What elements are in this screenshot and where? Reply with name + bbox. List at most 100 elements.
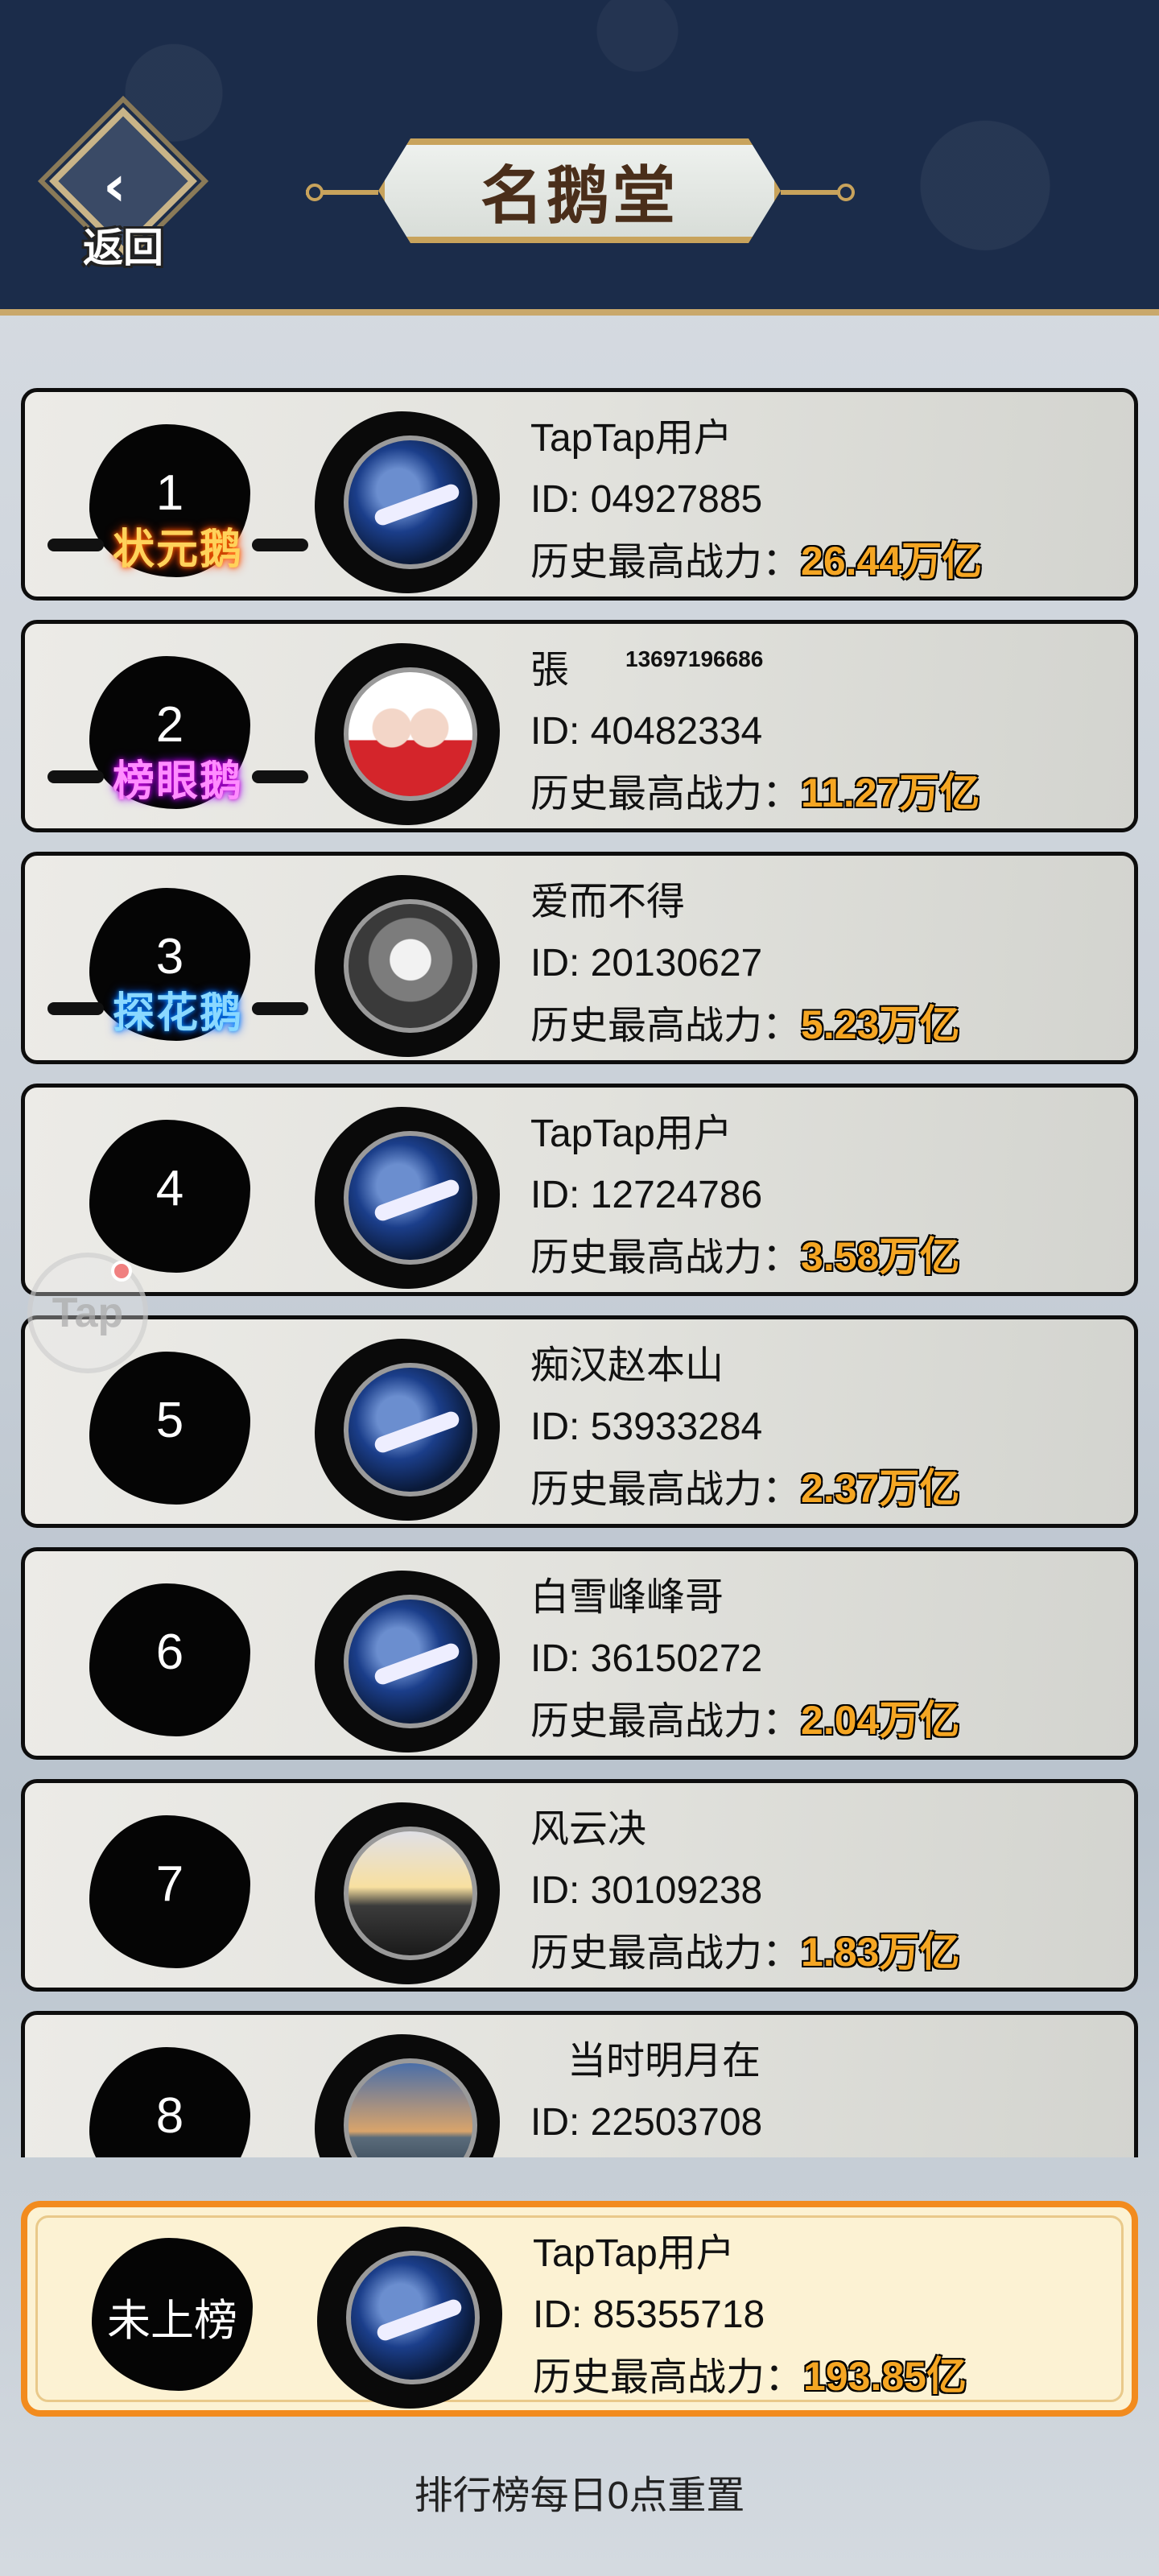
page-title: 名鹅堂 xyxy=(480,159,678,233)
player-power: 历史最高战力：193.85亿 xyxy=(533,2346,1128,2407)
ranking-list[interactable]: 1 状元鹅 TapTap用户 ID: 04927885 历史最高战力：26.44… xyxy=(0,316,1159,2157)
power-value: 2.37万亿 xyxy=(801,1466,960,1511)
player-info: 白雪峰峰哥 ID: 36150272 历史最高战力：2.04万亿 xyxy=(530,1567,1126,1751)
power-label: 历史最高战力： xyxy=(530,1468,802,1511)
player-name: TapTap用户 xyxy=(533,2232,735,2275)
player-power: 历史最高战力：26.44万亿 xyxy=(530,530,1126,592)
player-id: ID: 40482334 xyxy=(530,710,763,753)
rank-number: 3 xyxy=(155,929,184,985)
power-label: 历史最高战力： xyxy=(530,1932,802,1975)
avatar[interactable] xyxy=(307,1102,508,1292)
blue-bird-avatar-icon xyxy=(344,436,477,569)
rank-number: 8 xyxy=(155,2088,184,2144)
player-power: 历史最高战力：11.27万亿 xyxy=(530,762,1126,824)
sunset-avatar-icon xyxy=(344,1827,477,1960)
header-bar: ‹ 返回 名鹅堂 xyxy=(0,0,1159,316)
avatar[interactable] xyxy=(307,407,508,597)
rank-title: 状元鹅 xyxy=(112,524,243,574)
avatar[interactable] xyxy=(307,1334,508,1524)
rank-number: 4 xyxy=(155,1161,184,1216)
player-id: ID: 53933284 xyxy=(530,1406,763,1448)
player-name: TapTap用户 xyxy=(530,1113,732,1155)
player-name: 白雪峰峰哥 xyxy=(530,1576,724,1619)
player-id: ID: 30109238 xyxy=(530,1869,763,1912)
ranking-row-4[interactable]: 4 TapTap用户 ID: 12724786 历史最高战力：3.58万亿 xyxy=(21,1084,1138,1296)
player-info: TapTap用户 ID: 85355718 历史最高战力：193.85亿 xyxy=(533,2223,1128,2407)
blue-bird-avatar-icon xyxy=(344,1131,477,1265)
player-name: 风云决 xyxy=(530,1808,647,1851)
player-id: ID: 12724786 xyxy=(530,1174,763,1216)
chevron-left-icon: ‹ xyxy=(103,153,126,219)
avatar[interactable] xyxy=(307,638,508,828)
rank-number: 6 xyxy=(155,1624,184,1680)
player-name: 痴汉赵本山 xyxy=(530,1344,724,1387)
blue-bird-avatar-icon xyxy=(344,1363,477,1496)
player-name-extra: 13697196686 xyxy=(625,646,764,671)
power-label: 历史最高战力： xyxy=(533,2356,804,2399)
my-rank-row[interactable]: 未上榜 TapTap用户 ID: 85355718 历史最高战力：193.85亿 xyxy=(21,2201,1138,2417)
taptap-float-label: Tap xyxy=(52,1290,124,1336)
rank-title-banner: 状元鹅 xyxy=(41,521,315,574)
player-power: 历史最高战力：5.23万亿 xyxy=(530,994,1126,1055)
notification-dot-icon xyxy=(111,1261,132,1282)
ranking-row-1[interactable]: 1 状元鹅 TapTap用户 ID: 04927885 历史最高战力：26.44… xyxy=(21,388,1138,601)
player-id: ID: 22503708 xyxy=(530,2101,763,2144)
player-info: 痴汉赵本山 ID: 53933284 历史最高战力：2.37万亿 xyxy=(530,1335,1126,1519)
rank-number: 2 xyxy=(155,697,184,753)
ranking-row-3[interactable]: 3 探花鹅 爱而不得 ID: 20130627 历史最高战力：5.23万亿 xyxy=(21,852,1138,1064)
power-value: 26.44万亿 xyxy=(801,539,983,584)
penguin-avatar-icon xyxy=(344,899,477,1033)
taptap-float-button[interactable]: Tap xyxy=(27,1253,148,1373)
title-ornament-dot-left xyxy=(306,184,324,201)
player-id: ID: 36150272 xyxy=(530,1637,763,1680)
player-name-text: 張 xyxy=(530,649,570,691)
rank-number: 1 xyxy=(155,465,184,521)
player-info: TapTap用户 ID: 12724786 历史最高战力：3.58万亿 xyxy=(530,1104,1126,1287)
rank-number: 5 xyxy=(155,1393,184,1448)
avatar[interactable] xyxy=(307,1566,508,1756)
ranking-row-5[interactable]: 5 痴汉赵本山 ID: 53933284 历史最高战力：2.37万亿 xyxy=(21,1315,1138,1528)
ranking-row-2[interactable]: 2 榜眼鹅 張 13697196686 ID: 40482334 历史最高战力：1… xyxy=(21,620,1138,832)
player-power: 历史最高战力：1.83万亿 xyxy=(530,1922,1126,1983)
player-power: 历史最高战力：2.04万亿 xyxy=(530,1690,1126,1751)
power-label: 历史最高战力： xyxy=(530,773,802,815)
player-info: TapTap用户 ID: 04927885 历史最高战力：26.44万亿 xyxy=(530,408,1126,592)
player-info: 风云决 ID: 30109238 历史最高战力：1.83万亿 xyxy=(530,1799,1126,1983)
player-name: 当时明月在 xyxy=(567,2040,761,2083)
player-power: 历史最高战力：3.58万亿 xyxy=(530,1226,1126,1287)
player-power: 历史最高战力：2.37万亿 xyxy=(530,1458,1126,1519)
ranking-row-6[interactable]: 6 白雪峰峰哥 ID: 36150272 历史最高战力：2.04万亿 xyxy=(21,1547,1138,1760)
power-value: 2.04万亿 xyxy=(801,1698,960,1743)
back-button[interactable]: ‹ 返回 xyxy=(47,107,200,274)
avatar[interactable] xyxy=(307,1798,508,1988)
rank-number: 7 xyxy=(155,1856,184,1912)
avatar[interactable] xyxy=(307,2029,508,2157)
page-title-plaque: 名鹅堂 xyxy=(378,138,781,243)
avatar[interactable] xyxy=(309,2222,510,2412)
power-label: 历史最高战力： xyxy=(530,1005,802,1047)
title-ornament-dot-right xyxy=(837,184,855,201)
power-value: 5.23万亿 xyxy=(801,1002,960,1047)
player-id: ID: 04927885 xyxy=(530,478,763,521)
ranking-row-7[interactable]: 7 风云决 ID: 30109238 历史最高战力：1.83万亿 xyxy=(21,1779,1138,1992)
power-value: 3.58万亿 xyxy=(801,1234,960,1279)
power-label: 历史最高战力： xyxy=(530,1700,802,1743)
player-id: ID: 85355718 xyxy=(533,2293,765,2336)
ranking-row-8[interactable]: 8 当时明月在 ID: 22503708 xyxy=(21,2011,1138,2157)
rank-title: 榜眼鹅 xyxy=(112,756,243,806)
back-label: 返回 xyxy=(83,225,163,271)
rank-title-banner: 榜眼鹅 xyxy=(41,753,315,806)
power-value: 193.85亿 xyxy=(803,2354,967,2399)
rank-title-banner: 探花鹅 xyxy=(41,985,315,1038)
player-info: 張 13697196686 ID: 40482334 历史最高战力：11.27万亿 xyxy=(530,640,1126,824)
player-name: TapTap用户 xyxy=(530,417,732,460)
blue-bird-avatar-icon xyxy=(346,2251,480,2384)
rank-title: 探花鹅 xyxy=(112,988,243,1038)
player-name: 爱而不得 xyxy=(530,881,686,923)
avatar[interactable] xyxy=(307,870,508,1060)
player-info: 爱而不得 ID: 20130627 历史最高战力：5.23万亿 xyxy=(530,872,1126,1055)
power-label: 历史最高战力： xyxy=(530,541,802,584)
player-id: ID: 20130627 xyxy=(530,942,763,985)
reset-note: 排行榜每日0点重置 xyxy=(414,2475,745,2517)
power-label: 历史最高战力： xyxy=(530,1236,802,1279)
